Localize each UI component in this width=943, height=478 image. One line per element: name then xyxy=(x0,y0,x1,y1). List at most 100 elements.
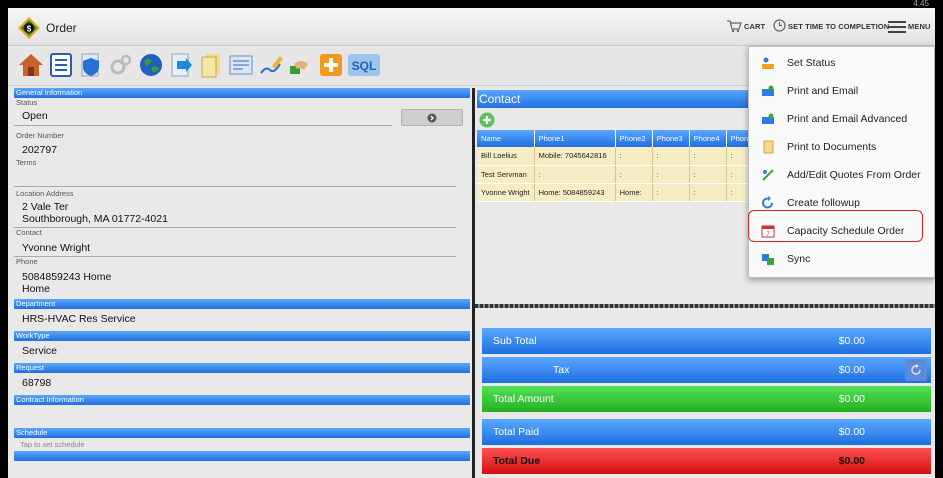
menu-button[interactable]: MENU xyxy=(908,22,930,31)
followup-arrow-icon xyxy=(762,196,773,209)
add-contact-icon[interactable] xyxy=(479,112,495,128)
sub-total-label: Sub Total xyxy=(493,335,537,347)
sub-total-row: Sub Total $0.00 xyxy=(482,328,931,354)
gears-icon[interactable] xyxy=(108,52,134,78)
general-information-header: General Information xyxy=(14,88,470,98)
total-due-value: $0.00 xyxy=(838,455,865,467)
list-icon[interactable] xyxy=(48,52,74,78)
order-form: General Information Status Open Order Nu… xyxy=(14,88,470,478)
contract-field[interactable] xyxy=(14,405,470,428)
globe-icon[interactable] xyxy=(138,52,164,78)
table-cell: : xyxy=(689,165,727,184)
column-header: Phone3 xyxy=(652,130,690,147)
table-row[interactable]: Yvonne Wright Home: 5084859243 Home: : :… xyxy=(477,183,757,202)
menu-item-label: Set Status xyxy=(787,57,836,69)
phone-label: Phone xyxy=(16,257,38,266)
contact-value[interactable]: Yvonne Wright xyxy=(14,238,470,256)
table-cell: : xyxy=(534,165,616,184)
printer-person-icon xyxy=(762,85,774,96)
table-cell: Bill Loelius xyxy=(477,147,535,166)
tax-label: Tax xyxy=(553,364,570,376)
menu-item-label: Create followup xyxy=(787,197,860,209)
menu-item-print-to-documents[interactable]: Print to Documents xyxy=(749,133,934,161)
total-paid-label: Total Paid xyxy=(493,426,540,438)
sub-total-value: $0.00 xyxy=(838,335,865,347)
cart-button[interactable]: CART xyxy=(744,22,765,31)
table-header-row: Name Phone1 Phone2 Phone3 Phone4 Phon xyxy=(477,130,757,147)
location-line1: 2 Vale Ter xyxy=(22,201,69,213)
menu-item-print-and-email-advanced[interactable]: Print and Email Advanced xyxy=(749,105,934,133)
column-header: Phone2 xyxy=(615,130,653,147)
menu-item-label: Print to Documents xyxy=(787,141,877,153)
set-time-button[interactable]: SET TIME TO COMPLETION xyxy=(788,22,889,31)
phone-line2: Home xyxy=(22,283,51,295)
document-shield-icon[interactable] xyxy=(78,52,104,78)
status-change-button[interactable] xyxy=(401,109,463,126)
menu-item-label: Print and Email xyxy=(787,85,859,97)
department-value[interactable]: HRS-HVAC Res Service xyxy=(14,309,470,331)
menu-item-sync[interactable]: Sync xyxy=(749,245,934,273)
handshake-icon[interactable] xyxy=(288,52,314,78)
menu-item-add-edit-quotes[interactable]: Add/Edit Quotes From Order xyxy=(749,161,934,189)
clock-icon[interactable] xyxy=(773,19,786,32)
medical-plus-icon[interactable] xyxy=(318,52,344,78)
clock: 4:45 xyxy=(913,0,929,8)
request-header: Request xyxy=(14,363,470,373)
menu-item-label: Print and Email Advanced xyxy=(787,113,908,125)
worktype-value[interactable]: Service xyxy=(14,341,470,363)
table-cell: Yvonne Wright xyxy=(477,183,535,202)
table-cell: Home: xyxy=(615,183,653,202)
pencil-icon[interactable] xyxy=(258,52,284,78)
overflow-menu: Set Status Print and Email Print and Ema… xyxy=(748,46,935,278)
status-field[interactable]: Open xyxy=(14,108,470,126)
table-row[interactable]: Test Servman : : : : : xyxy=(477,165,757,184)
department-header: Department xyxy=(14,299,470,309)
status-value: Open xyxy=(22,110,48,122)
terms-field[interactable] xyxy=(14,168,470,186)
form-icon[interactable] xyxy=(228,52,254,78)
table-cell: : xyxy=(615,165,653,184)
arrow-right-circle-icon xyxy=(427,113,437,123)
phone-line1: 5084859243 Home xyxy=(22,271,112,283)
order-number-label: Order Number xyxy=(16,131,64,140)
svg-text:$: $ xyxy=(27,25,32,34)
table-cell: Test Servman xyxy=(477,165,535,184)
request-value[interactable]: 68798 xyxy=(14,373,470,395)
column-header: Name xyxy=(477,130,535,147)
table-cell: : xyxy=(652,183,690,202)
menu-item-label: Sync xyxy=(787,253,811,265)
total-amount-value: $0.00 xyxy=(838,393,865,405)
tax-refresh-button[interactable] xyxy=(905,359,927,381)
app-logo-icon[interactable]: $ xyxy=(18,17,40,39)
table-cell: : xyxy=(689,147,727,166)
table-cell: Mobile: 7045642816 xyxy=(534,147,616,166)
document-arrow-icon[interactable] xyxy=(168,52,194,78)
cart-icon[interactable] xyxy=(726,19,742,33)
table-cell: : xyxy=(652,147,690,166)
location-label: Location Address xyxy=(16,189,74,198)
schedule-hint[interactable]: Tap to set schedule xyxy=(14,438,470,449)
table-cell: : xyxy=(652,165,690,184)
total-paid-row: Total Paid $0.00 xyxy=(482,419,931,445)
table-cell: : xyxy=(689,183,727,202)
sql-icon[interactable]: SQL xyxy=(348,52,380,78)
house-icon[interactable] xyxy=(18,52,44,78)
app-screen: $ Order CART SET TIME TO COMPLETION MENU… xyxy=(8,8,935,478)
contract-information-header: Contract Information xyxy=(14,395,470,405)
menu-item-set-status[interactable]: Set Status xyxy=(749,49,934,77)
table-cell: : xyxy=(615,147,653,166)
document-stack-icon[interactable] xyxy=(198,52,224,78)
tax-row: Tax $0.00 xyxy=(482,357,931,383)
menu-item-print-and-email[interactable]: Print and Email xyxy=(749,77,934,105)
total-due-row: Total Due $0.00 xyxy=(482,448,931,474)
document-icon xyxy=(763,140,774,154)
column-header: Phone1 xyxy=(534,130,616,147)
page-title: Order xyxy=(46,21,77,35)
printer-person-advanced-icon xyxy=(762,113,774,124)
table-cell: Home: 5084859243 xyxy=(534,183,616,202)
refresh-icon xyxy=(911,364,921,375)
menu-icon[interactable] xyxy=(888,21,906,33)
worktype-header: WorkType xyxy=(14,331,470,341)
table-row[interactable]: Bill Loelius Mobile: 7045642816 : : : : xyxy=(477,147,757,166)
location-line2: Southborough, MA 01772-4021 xyxy=(22,213,168,225)
